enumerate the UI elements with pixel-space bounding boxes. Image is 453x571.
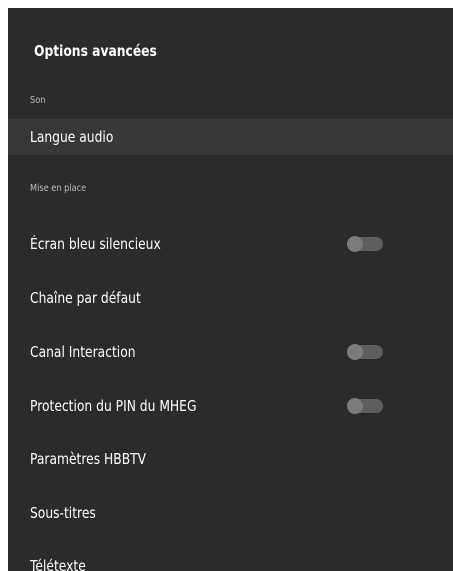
toggle-knob	[347, 398, 363, 414]
menu-item-label: Canal Interaction	[30, 343, 136, 361]
section-header-son: Son	[30, 95, 46, 106]
menu-item-label: Télétexte	[30, 557, 86, 571]
menu-item-canal-interaction[interactable]: Canal Interaction	[8, 334, 453, 370]
menu-item-protection-pin-mheg[interactable]: Protection du PIN du MHEG	[8, 388, 453, 424]
menu-item-teletexte[interactable]: Télétexte	[8, 548, 453, 571]
menu-item-label: Protection du PIN du MHEG	[30, 397, 197, 415]
menu-item-label: Écran bleu silencieux	[30, 235, 161, 253]
menu-item-label: Langue audio	[30, 128, 114, 146]
protection-pin-toggle[interactable]	[347, 398, 383, 414]
toggle-knob	[347, 236, 363, 252]
menu-item-parametres-hbbtv[interactable]: Paramètres HBBTV	[8, 441, 453, 477]
settings-panel: Options avancées Son Langue audio Mise e…	[8, 8, 453, 571]
menu-item-chaine-par-defaut[interactable]: Chaîne par défaut	[8, 280, 453, 316]
menu-item-ecran-bleu-silencieux[interactable]: Écran bleu silencieux	[8, 226, 453, 262]
menu-item-langue-audio[interactable]: Langue audio	[8, 119, 453, 155]
ecran-bleu-toggle[interactable]	[347, 236, 383, 252]
menu-item-label: Chaîne par défaut	[30, 289, 141, 307]
canal-interaction-toggle[interactable]	[347, 344, 383, 360]
menu-item-label: Sous-titres	[30, 504, 96, 522]
page-title: Options avancées	[34, 42, 157, 60]
section-header-mise-en-place: Mise en place	[30, 183, 87, 194]
menu-item-sous-titres[interactable]: Sous-titres	[8, 495, 453, 531]
menu-item-label: Paramètres HBBTV	[30, 450, 147, 468]
toggle-knob	[347, 344, 363, 360]
